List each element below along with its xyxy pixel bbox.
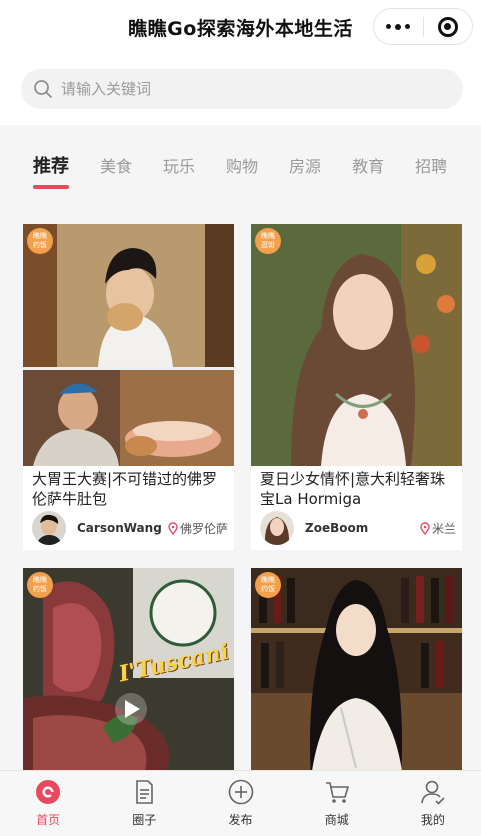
search-icon — [34, 80, 52, 98]
play-icon[interactable] — [115, 693, 147, 725]
document-icon — [136, 780, 154, 804]
post-image — [251, 568, 462, 770]
user-icon — [421, 780, 445, 805]
username[interactable]: ZoeBoom — [305, 521, 420, 535]
post-image — [23, 224, 234, 466]
post-title: 夏日少女情怀|意大利轻奢珠宝La Hormiga — [260, 470, 446, 508]
more-dots-icon[interactable] — [374, 23, 423, 30]
location: 米兰 — [420, 520, 456, 537]
tab-food[interactable]: 美食 — [100, 153, 132, 177]
post-image — [251, 224, 462, 466]
category-badge: 瞧瞧 约饭 — [27, 228, 53, 254]
search-input[interactable] — [61, 80, 421, 98]
plus-circle-icon — [228, 779, 253, 805]
location-pin-icon — [420, 521, 430, 535]
tabbar-label: 发布 — [228, 813, 253, 827]
bottom-tab-bar: 首页 圈子 发布 商城 我的 — [0, 770, 481, 836]
post-card[interactable]: 瞧瞧 约饭 I'Tuscani — [23, 568, 234, 770]
tab-recommend[interactable]: 推荐 — [33, 152, 69, 189]
location-text: 米兰 — [431, 521, 456, 536]
post-card[interactable]: 瞧瞧 约饭 — [251, 568, 462, 770]
tab-jobs[interactable]: 招聘 — [415, 153, 447, 177]
tabbar-label: 首页 — [36, 813, 61, 827]
search-bar[interactable] — [21, 69, 463, 109]
location-text: 佛罗伦萨 — [179, 521, 228, 536]
post-meta: ZoeBoom 米兰 — [260, 510, 456, 546]
post-title: 大胃王大赛|不可错过的佛罗伦萨牛肚包 — [32, 470, 218, 508]
tabbar-label: 我的 — [420, 813, 445, 827]
cart-icon — [325, 782, 349, 803]
mini-program-capsule — [373, 8, 473, 45]
avatar[interactable] — [32, 511, 66, 545]
tabbar-circle[interactable]: 圈子 — [96, 771, 192, 836]
tab-housing[interactable]: 房源 — [289, 153, 321, 177]
home-icon — [36, 780, 61, 804]
username[interactable]: CarsonWang — [77, 521, 168, 535]
top-bar: 瞧瞧Go探索海外本地生活 — [0, 0, 481, 56]
tabbar-label: 商城 — [324, 813, 349, 827]
post-card[interactable]: 瞧瞧 约饭 大胃王大赛|不可错过的佛罗伦萨牛肚包 CarsonWang 佛罗伦萨 — [23, 224, 234, 550]
tabbar-mall[interactable]: 商城 — [289, 771, 385, 836]
tabbar-mine[interactable]: 我的 — [385, 771, 481, 836]
tabbar-publish[interactable]: 发布 — [192, 771, 288, 836]
tab-shopping[interactable]: 购物 — [226, 153, 258, 177]
tabbar-label: 圈子 — [132, 813, 157, 827]
feed-area: 推荐 美食 玩乐 购物 房源 教育 招聘 瞧瞧 约饭 大胃王大赛|不可错过的佛罗… — [0, 125, 481, 770]
location-pin-icon — [168, 521, 178, 535]
tab-fun[interactable]: 玩乐 — [163, 153, 195, 177]
category-tabs: 推荐 美食 玩乐 购物 房源 教育 招聘 — [0, 125, 481, 205]
category-badge: 瞧瞧 约饭 — [255, 572, 281, 598]
tabbar-home[interactable]: 首页 — [0, 771, 96, 836]
tab-education[interactable]: 教育 — [352, 153, 384, 177]
post-meta: CarsonWang 佛罗伦萨 — [32, 510, 228, 546]
avatar[interactable] — [260, 511, 294, 545]
record-circle-icon[interactable] — [423, 16, 472, 37]
location: 佛罗伦萨 — [168, 520, 228, 537]
category-badge: 瞧瞧 约饭 — [27, 572, 53, 598]
category-badge: 瞧瞧 逛街 — [255, 228, 281, 254]
post-card[interactable]: 瞧瞧 逛街 夏日少女情怀|意大利轻奢珠宝La Hormiga ZoeBoom 米… — [251, 224, 462, 550]
